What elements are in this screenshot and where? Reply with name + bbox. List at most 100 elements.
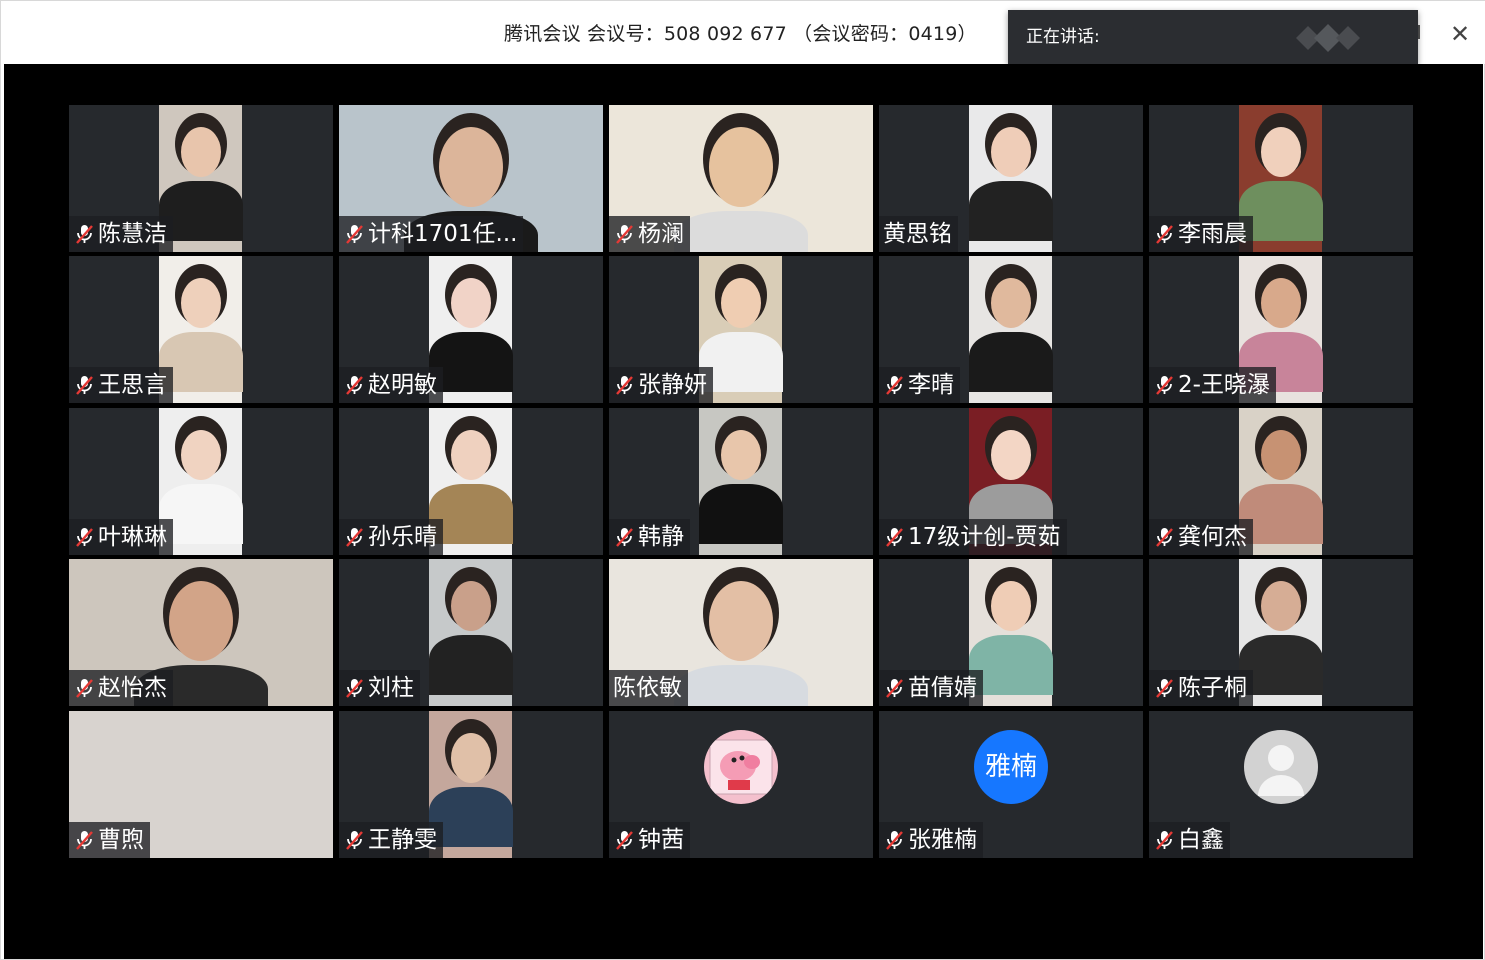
participant-name: 孙乐晴 (368, 524, 437, 550)
person-head (1260, 581, 1301, 631)
person-head (990, 581, 1031, 631)
participant-tile[interactable]: 孙乐晴 (339, 408, 603, 555)
participant-tile[interactable]: 陈子桐 (1149, 559, 1413, 706)
participant-tile[interactable]: 李雨晨 (1149, 105, 1413, 252)
person-body (968, 181, 1053, 241)
close-icon[interactable]: ✕ (1445, 19, 1475, 49)
participant-name: 杨澜 (638, 221, 684, 247)
participant-tile[interactable]: 韩静 (609, 408, 873, 555)
participant-name: 王静雯 (368, 827, 437, 853)
participant-name: 赵明敏 (368, 372, 437, 398)
name-plate: 计科1701任... (339, 216, 524, 252)
mic-muted-icon (613, 374, 635, 396)
participant-tile[interactable]: 王静雯 (339, 711, 603, 858)
name-plate: 龚何杰 (1149, 519, 1253, 555)
participant-tile[interactable]: 计科1701任... (339, 105, 603, 252)
tencent-meeting-logo-icon (1296, 24, 1360, 52)
mic-muted-icon (613, 526, 635, 548)
person-head (990, 127, 1031, 177)
participant-name: 2-王晓瀑 (1178, 372, 1270, 398)
participant-tile[interactable]: 王思言 (69, 256, 333, 403)
person-head (990, 278, 1031, 328)
mic-muted-icon (73, 374, 95, 396)
participant-tile[interactable]: 陈依敏 (609, 559, 873, 706)
participant-tile[interactable]: 曹煦 (69, 711, 333, 858)
mic-muted-icon (1153, 374, 1175, 396)
participant-video (968, 256, 1053, 403)
person-head (169, 581, 233, 661)
person-head (1260, 127, 1301, 177)
name-plate: 赵怡杰 (69, 670, 173, 706)
mic-muted-icon (73, 223, 95, 245)
participant-tile[interactable]: 叶琳琳 (69, 408, 333, 555)
participant-tile[interactable]: 杨澜 (609, 105, 873, 252)
mic-muted-icon (1153, 677, 1175, 699)
mic-muted-icon (883, 829, 905, 851)
participant-name: 李雨晨 (1178, 221, 1247, 247)
meeting-window: 腾讯会议 会议号：508 092 677 （会议密码：0419） ✕ 陈慧洁 计科… (0, 0, 1485, 960)
name-plate: 曹煦 (69, 822, 150, 858)
participant-tile[interactable]: 17级计创-贾茹 (879, 408, 1143, 555)
name-plate: 李雨晨 (1149, 216, 1253, 252)
participant-name: 龚何杰 (1178, 524, 1247, 550)
participant-name: 王思言 (98, 372, 167, 398)
mic-muted-icon (343, 526, 365, 548)
person-head (180, 278, 221, 328)
participant-tile[interactable]: 龚何杰 (1149, 408, 1413, 555)
participant-tile[interactable]: 李晴 (879, 256, 1143, 403)
person-head (1260, 278, 1301, 328)
participant-tile[interactable]: 黄思铭 (879, 105, 1143, 252)
participant-tile[interactable]: 赵明敏 (339, 256, 603, 403)
name-plate: 张雅楠 (879, 822, 983, 858)
participant-tile[interactable]: 2-王晓瀑 (1149, 256, 1413, 403)
person-body (673, 665, 809, 706)
participant-tile[interactable]: 刘柱 (339, 559, 603, 706)
participant-name: 刘柱 (368, 675, 414, 701)
person-head (450, 278, 491, 328)
participant-tile[interactable]: 雅楠 张雅楠 (879, 711, 1143, 858)
name-plate: 陈依敏 (609, 670, 688, 706)
speaking-label: 正在讲话: (1026, 27, 1100, 47)
name-plate: 赵明敏 (339, 367, 443, 403)
name-plate: 刘柱 (339, 670, 420, 706)
name-plate: 白鑫 (1149, 822, 1230, 858)
mic-muted-icon (883, 677, 905, 699)
name-plate: 张静妍 (609, 367, 713, 403)
participant-tile[interactable]: 钟茜 (609, 711, 873, 858)
mic-muted-icon (1153, 829, 1175, 851)
participant-tile[interactable]: 赵怡杰 (69, 559, 333, 706)
person-head (439, 127, 503, 207)
participant-tile[interactable]: 苗倩婧 (879, 559, 1143, 706)
person-head (450, 581, 491, 631)
person-head (450, 430, 491, 480)
mic-muted-icon (73, 677, 95, 699)
mic-muted-icon (343, 829, 365, 851)
participant-tile[interactable]: 白鑫 (1149, 711, 1413, 858)
mic-muted-icon (73, 526, 95, 548)
person-head (450, 733, 491, 783)
mic-muted-icon (613, 223, 635, 245)
window-title: 腾讯会议 会议号：508 092 677 （会议密码：0419） (504, 23, 977, 45)
mic-muted-icon (343, 223, 365, 245)
name-plate: 杨澜 (609, 216, 690, 252)
person-head (720, 278, 761, 328)
participant-name: 曹煦 (98, 827, 144, 853)
mic-muted-icon (73, 829, 95, 851)
participant-tile[interactable]: 张静妍 (609, 256, 873, 403)
person-body (968, 332, 1053, 392)
participant-name: 韩静 (638, 524, 684, 550)
name-plate: 韩静 (609, 519, 690, 555)
mic-muted-icon (1153, 223, 1175, 245)
name-plate: 陈慧洁 (69, 216, 173, 252)
person-head (720, 430, 761, 480)
participant-name: 苗倩婧 (908, 675, 977, 701)
participant-name: 17级计创-贾茹 (908, 524, 1061, 550)
person-body (698, 484, 783, 544)
participant-tile[interactable]: 陈慧洁 (69, 105, 333, 252)
participant-name: 叶琳琳 (98, 524, 167, 550)
name-plate: 钟茜 (609, 822, 690, 858)
participant-name: 陈慧洁 (98, 221, 167, 247)
name-plate: 孙乐晴 (339, 519, 443, 555)
participant-name: 白鑫 (1178, 827, 1224, 853)
person-body (673, 211, 809, 252)
